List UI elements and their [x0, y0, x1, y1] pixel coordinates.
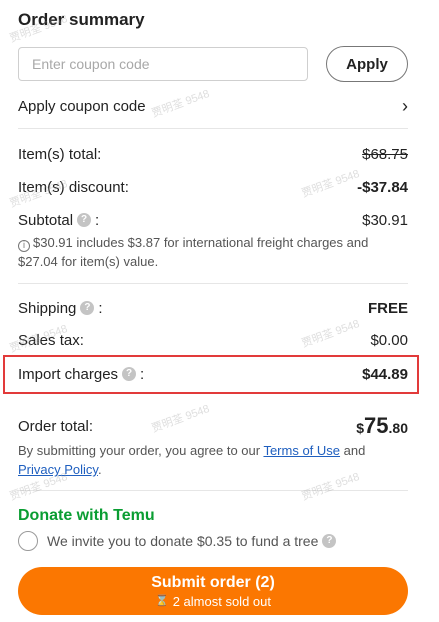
items-discount-row: Item(s) discount: -$37.84: [18, 176, 408, 198]
hourglass-icon: ⌛: [155, 594, 169, 607]
divider: [18, 490, 408, 491]
subtotal-value: $30.91: [362, 211, 408, 229]
info-icon: i: [18, 239, 30, 252]
terms-of-use-link[interactable]: Terms of Use: [263, 443, 340, 458]
apply-coupon-label: Apply coupon code: [18, 97, 146, 115]
donate-row[interactable]: We invite you to donate $0.35 to fund a …: [18, 530, 408, 552]
order-total-label: Order total:: [18, 417, 94, 435]
order-total-dollars: 75: [364, 413, 389, 438]
terms-prefix: By submitting your order, you agree to o…: [18, 443, 264, 458]
donate-text: We invite you to donate $0.35 to fund a …: [47, 533, 319, 549]
chevron-right-icon: ›: [402, 96, 408, 116]
import-charges-label: Import charges: [18, 365, 119, 383]
question-icon[interactable]: ?: [77, 213, 92, 227]
question-icon[interactable]: ?: [322, 534, 337, 548]
order-total-currency: $: [356, 420, 365, 436]
order-total-value: $75.80: [356, 413, 408, 439]
submit-order-label: Submit order (2): [151, 573, 275, 591]
order-total-cents: .80: [388, 420, 408, 436]
terms-suffix: .: [97, 462, 102, 477]
shipping-label: Shipping: [18, 299, 77, 317]
divider: [18, 128, 408, 129]
import-charges-row: Import charges ? : $44.89: [18, 363, 408, 385]
items-discount-label: Item(s) discount:: [18, 178, 129, 196]
items-total-label: Item(s) total:: [18, 145, 102, 163]
question-icon[interactable]: ?: [122, 367, 137, 381]
submit-order-sub: ⌛ 2 almost sold out: [155, 593, 271, 610]
subtotal-row: Subtotal ? : $30.91: [18, 209, 408, 231]
shipping-row: Shipping ? : FREE: [18, 297, 408, 319]
apply-button[interactable]: Apply: [326, 46, 408, 82]
colon: :: [98, 299, 103, 317]
coupon-input[interactable]: [18, 47, 308, 81]
subtotal-note: i $30.91 includes $3.87 for international…: [18, 233, 408, 271]
subtotal-label: Subtotal: [18, 211, 74, 229]
almost-sold-out-text: 2 almost sold out: [172, 593, 271, 609]
page-title: Order summary: [18, 10, 145, 29]
terms-middle: and: [340, 443, 366, 458]
apply-coupon-row[interactable]: Apply coupon code ›: [18, 95, 408, 117]
sales-tax-label: Sales tax:: [18, 331, 84, 349]
divider: [18, 283, 408, 284]
donate-title: Donate with Temu: [18, 507, 155, 524]
colon: :: [95, 211, 100, 229]
terms-text: By submitting your order, you agree to o…: [18, 441, 408, 479]
import-charges-value: $44.89: [362, 365, 408, 383]
order-total-row: Order total: $75.80: [18, 413, 408, 439]
items-discount-value: -$37.84: [357, 178, 408, 196]
submit-order-button[interactable]: Submit order (2) ⌛ 2 almost sold out: [18, 567, 408, 615]
shipping-value: FREE: [367, 299, 408, 317]
privacy-policy-link[interactable]: Privacy Policy: [18, 462, 98, 477]
sales-tax-value: $0.00: [370, 331, 408, 349]
items-total-value: $68.75: [362, 145, 408, 163]
donate-radio[interactable]: [18, 531, 38, 551]
subtotal-note-text: $30.91 includes $3.87 for international …: [18, 235, 369, 269]
colon: :: [140, 365, 145, 383]
sales-tax-row: Sales tax: $0.00: [18, 329, 408, 351]
question-icon[interactable]: ?: [80, 301, 95, 315]
items-total-row: Item(s) total: $68.75: [18, 143, 408, 165]
